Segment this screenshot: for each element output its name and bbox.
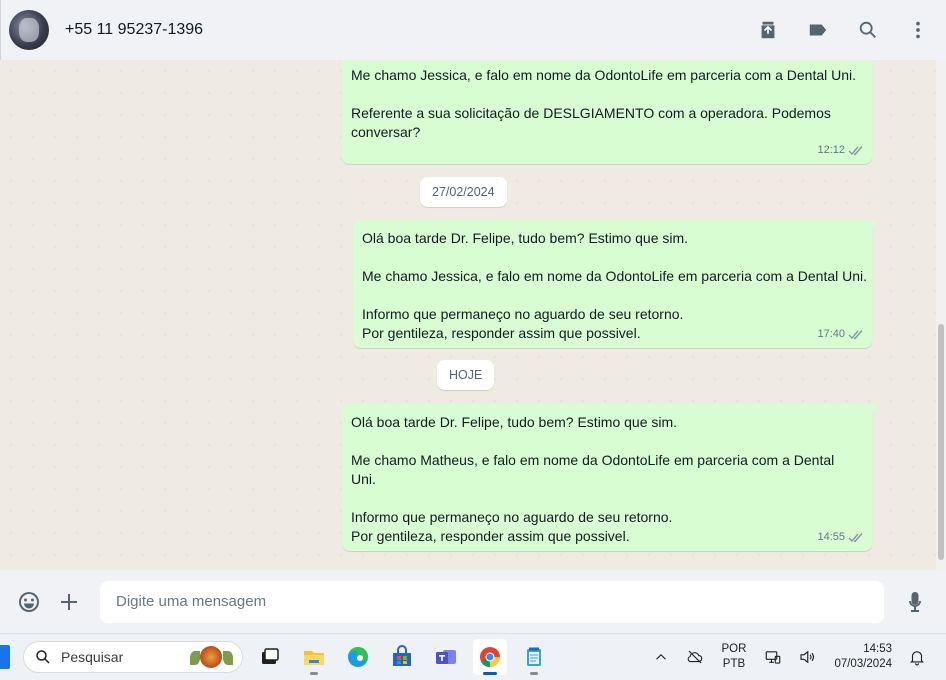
attach-plus-icon[interactable] xyxy=(54,587,84,617)
cloud-offline-icon[interactable] xyxy=(683,645,707,669)
message-text: Por gentileza, responder assim que possi… xyxy=(351,528,630,544)
date-separator: 27/02/2024 xyxy=(420,177,507,207)
teams-icon[interactable] xyxy=(429,639,463,675)
taskbar-search[interactable]: Pesquisar xyxy=(23,641,243,673)
double-check-icon xyxy=(848,330,863,340)
taskbar-search-label: Pesquisar xyxy=(61,649,124,665)
language-indicator[interactable]: POR PTB xyxy=(722,642,747,672)
clock-date: 07/03/2024 xyxy=(834,658,892,670)
search-icon xyxy=(36,650,50,664)
microphone-icon[interactable] xyxy=(900,587,930,617)
message-time: 12:12 xyxy=(817,144,845,156)
message-time: 14:55 xyxy=(817,531,845,543)
message-text: Uni. xyxy=(351,471,376,487)
message-text: conversar? xyxy=(351,124,421,140)
task-view-button[interactable] xyxy=(253,639,287,675)
volume-icon[interactable] xyxy=(795,645,819,669)
language-code: POR xyxy=(721,643,747,655)
search-icon[interactable] xyxy=(854,16,882,44)
network-icon[interactable] xyxy=(761,645,785,669)
clock-time: 14:53 xyxy=(863,643,892,655)
contact-avatar[interactable] xyxy=(9,10,49,50)
message-bubble[interactable]: Olá boa tarde Dr. Felipe, tudo bem? Esti… xyxy=(353,220,879,348)
taskbar-apps xyxy=(253,639,551,675)
message-bubble[interactable]: Olá boa tarde Dr. Felipe, tudo bem? Esti… xyxy=(342,404,879,551)
windows-taskbar: Pesquisar POR PTB 14:53 07/03/2024 xyxy=(0,633,946,680)
message-text: Informo que permaneço no aguardo de seu … xyxy=(362,306,684,322)
archive-icon[interactable] xyxy=(754,16,782,44)
header-actions xyxy=(754,16,932,44)
search-highlight-image xyxy=(190,645,234,669)
message-time: 17:40 xyxy=(817,328,845,340)
emoji-icon[interactable] xyxy=(14,587,44,617)
label-icon[interactable] xyxy=(804,16,832,44)
notification-bell-icon[interactable] xyxy=(905,645,929,669)
chat-scrollbar[interactable] xyxy=(936,60,946,570)
message-text: Me chamo Jessica, e falo em nome da Odon… xyxy=(362,268,868,284)
message-text: Por gentileza, responder assim que possi… xyxy=(362,325,641,341)
menu-icon[interactable] xyxy=(904,16,932,44)
date-separator: HOJE xyxy=(437,360,495,390)
microsoft-store-icon[interactable] xyxy=(385,639,419,675)
chat-area[interactable]: Me chamo Jessica, e falo em nome da Odon… xyxy=(0,60,936,570)
chrome-browser-icon[interactable] xyxy=(473,639,507,675)
keyboard-layout: PTB xyxy=(722,658,746,670)
message-meta: 14:55 xyxy=(817,528,864,547)
message-text: Me chamo Jessica, e falo em nome da Odon… xyxy=(351,67,857,83)
message-text: Me chamo Matheus, e falo em nome da Odon… xyxy=(351,452,835,468)
message-meta: 17:40 xyxy=(817,325,864,344)
message-input[interactable] xyxy=(100,580,884,623)
contact-name[interactable]: +55 11 95237-1396 xyxy=(65,21,203,39)
notepad-icon[interactable] xyxy=(517,639,551,675)
message-text: Referente a sua solicitação de DESLGIAME… xyxy=(351,105,831,121)
system-tray: POR PTB 14:53 07/03/2024 xyxy=(644,634,946,680)
edge-browser-icon[interactable] xyxy=(341,639,375,675)
double-check-icon xyxy=(848,146,863,156)
start-button[interactable] xyxy=(0,645,10,669)
message-bubble[interactable]: Me chamo Jessica, e falo em nome da Odon… xyxy=(342,60,872,164)
chat-header: +55 11 95237-1396 xyxy=(0,0,946,60)
double-check-icon xyxy=(848,533,863,543)
message-composer xyxy=(0,570,946,633)
message-meta: 12:12 xyxy=(817,141,864,160)
chevron-up-icon[interactable] xyxy=(649,645,673,669)
scroll-thumb[interactable] xyxy=(938,324,944,560)
message-text: Informo que permaneço no aguardo de seu … xyxy=(351,509,673,525)
taskbar-clock[interactable]: 14:53 07/03/2024 xyxy=(834,642,892,672)
message-text: Olá boa tarde Dr. Felipe, tudo bem? Esti… xyxy=(351,414,678,430)
message-text: Olá boa tarde Dr. Felipe, tudo bem? Esti… xyxy=(362,230,689,246)
file-explorer-icon[interactable] xyxy=(297,639,331,675)
